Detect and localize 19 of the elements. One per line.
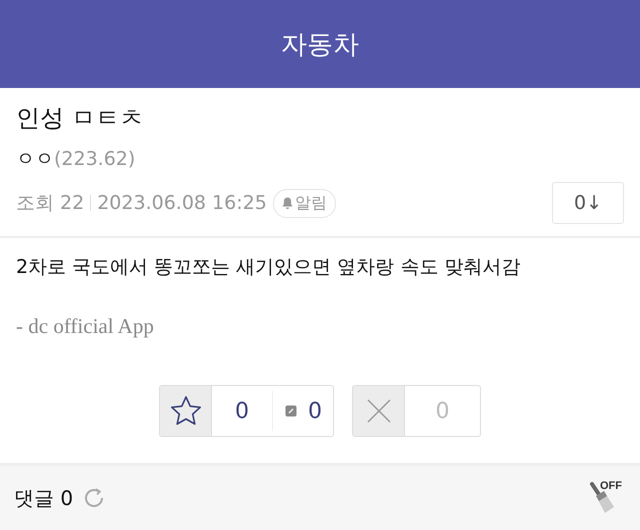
post-title: 인성 ㅁㅌㅊ xyxy=(16,103,145,134)
recommend-button[interactable] xyxy=(160,386,212,436)
post-date: 2023.06.08 16:25 xyxy=(97,192,267,214)
star-icon xyxy=(168,394,202,428)
bell-icon xyxy=(282,196,293,210)
recommend-count: 0 xyxy=(234,398,250,424)
fixed-recommend-icon xyxy=(285,405,297,417)
dislike-button[interactable] xyxy=(353,386,405,436)
comment-count: 댓글 0 xyxy=(14,484,74,512)
view-count: 조회 22 xyxy=(16,191,84,216)
dislike-count: 0 xyxy=(434,398,450,424)
comment-filter-button[interactable]: OFF xyxy=(586,478,626,518)
post-body: 2차로 국도에서 똥꼬쪼는 새기있으면 옆차랑 속도 맞춰서감 xyxy=(16,255,522,280)
scroll-down-button[interactable]: 0↓ xyxy=(552,182,624,224)
author-name: ㅇㅇ xyxy=(16,148,54,170)
post-signature: - dc official App xyxy=(16,314,155,339)
board-title: 자동차 xyxy=(281,28,359,62)
fixed-recommend-count: 0 xyxy=(307,398,323,424)
author-ip: (223.62) xyxy=(54,148,136,170)
